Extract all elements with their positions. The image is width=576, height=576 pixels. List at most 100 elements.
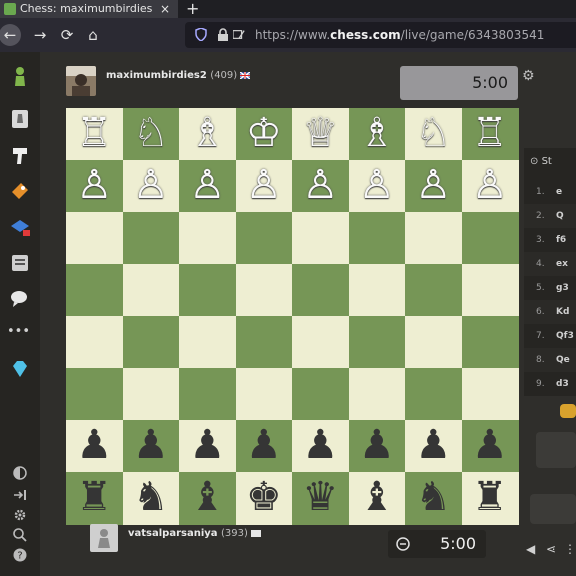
bottom-player-avatar[interactable]: [90, 524, 118, 552]
move-row[interactable]: 3. f6: [524, 228, 576, 252]
help-icon[interactable]: ?: [12, 544, 28, 566]
black-piece[interactable]: ♟: [179, 425, 236, 465]
shield-icon[interactable]: [195, 28, 207, 41]
white-piece[interactable]: ♙: [236, 165, 293, 205]
white-piece[interactable]: ♙: [292, 165, 349, 205]
board-square[interactable]: [66, 212, 123, 265]
chat-box[interactable]: [530, 494, 576, 524]
board-square[interactable]: [235, 212, 293, 265]
move-row[interactable]: 1. e: [524, 180, 576, 204]
move-row[interactable]: 2. Q: [524, 204, 576, 228]
board-square[interactable]: [348, 316, 406, 369]
white-piece[interactable]: ♙: [405, 165, 462, 205]
previous-move-icon[interactable]: ◀: [526, 542, 535, 556]
lock-icon[interactable]: [217, 28, 229, 41]
white-piece[interactable]: ♔: [236, 113, 293, 153]
board-square[interactable]: [461, 264, 519, 317]
black-piece[interactable]: ♟: [123, 425, 180, 465]
play-icon[interactable]: [9, 108, 31, 130]
board-square[interactable]: [292, 316, 349, 369]
white-piece[interactable]: ♗: [349, 113, 406, 153]
top-player-avatar[interactable]: [66, 66, 96, 96]
black-piece[interactable]: ♛: [292, 477, 349, 517]
url-bar[interactable]: https://www.chess.com/live/game/63438035…: [185, 22, 576, 48]
board-square[interactable]: [235, 368, 293, 421]
board-square[interactable]: [122, 368, 180, 421]
reload-button[interactable]: ⟳: [56, 24, 78, 46]
search-icon[interactable]: [12, 524, 28, 546]
more-options-icon[interactable]: ⋮: [564, 542, 576, 556]
move-row[interactable]: 8. Qe: [524, 348, 576, 372]
more-icon[interactable]: •••: [7, 324, 30, 339]
move-notation[interactable]: Qe: [556, 348, 570, 372]
black-piece[interactable]: ♟: [349, 425, 406, 465]
learn-icon[interactable]: [9, 180, 31, 202]
game-control-box[interactable]: [536, 432, 576, 468]
board-square[interactable]: [405, 368, 462, 421]
white-piece[interactable]: ♗: [179, 113, 236, 153]
black-piece[interactable]: ♟: [66, 425, 123, 465]
board-square[interactable]: [122, 316, 180, 369]
board-square[interactable]: [292, 368, 349, 421]
white-piece[interactable]: ♖: [66, 113, 123, 153]
move-row[interactable]: 7. Qf3: [524, 324, 576, 348]
board-square[interactable]: [405, 316, 462, 369]
black-piece[interactable]: ♜: [462, 477, 519, 517]
white-piece[interactable]: ♙: [349, 165, 406, 205]
board-square[interactable]: [66, 316, 123, 369]
diamond-membership-icon[interactable]: [9, 358, 31, 380]
black-piece[interactable]: ♞: [123, 477, 180, 517]
puzzles-icon[interactable]: [9, 144, 31, 166]
board-square[interactable]: [66, 264, 123, 317]
move-row[interactable]: 4. ex: [524, 252, 576, 276]
black-piece[interactable]: ♟: [405, 425, 462, 465]
chess-board[interactable]: ♖ ♘ ♗ ♔ ♕ ♗ ♘ ♖ ♙ ♙ ♙ ♙ ♙ ♙ ♙ ♙ ♟ ♟ ♟ ♟ ♟ ♟ ♟ ♟ ♜ ♞ ♝ ♚ ♛ ♝ ♞ ♜: [66, 108, 519, 525]
board-square[interactable]: [348, 264, 406, 317]
white-piece[interactable]: ♖: [462, 113, 519, 153]
black-piece[interactable]: ♟: [462, 425, 519, 465]
board-settings-icon[interactable]: ⚙: [522, 68, 535, 84]
move-notation[interactable]: Kd: [556, 300, 569, 324]
move-notation[interactable]: Qf3: [556, 324, 574, 348]
move-notation[interactable]: g3: [556, 276, 569, 300]
black-piece[interactable]: ♟: [292, 425, 349, 465]
board-square[interactable]: [405, 212, 462, 265]
forward-button[interactable]: →: [29, 24, 51, 46]
watch-icon[interactable]: [9, 216, 31, 238]
board-square[interactable]: [405, 264, 462, 317]
black-piece[interactable]: ♝: [349, 477, 406, 517]
permissions-icon[interactable]: [233, 28, 245, 41]
new-tab-button[interactable]: +: [186, 0, 199, 18]
share-icon[interactable]: ⋖: [546, 542, 556, 556]
board-square[interactable]: [235, 264, 293, 317]
move-notation[interactable]: d3: [556, 372, 569, 396]
board-square[interactable]: [179, 212, 236, 265]
black-piece[interactable]: ♞: [405, 477, 462, 517]
move-notation[interactable]: ex: [556, 252, 568, 276]
white-piece[interactable]: ♙: [179, 165, 236, 205]
black-piece[interactable]: ♝: [179, 477, 236, 517]
move-row[interactable]: 5. g3: [524, 276, 576, 300]
board-square[interactable]: [461, 212, 519, 265]
chess-logo-icon[interactable]: [9, 66, 31, 88]
move-notation[interactable]: Q: [556, 204, 564, 228]
board-square[interactable]: [66, 368, 123, 421]
url-text[interactable]: https://www.chess.com/live/game/63438035…: [255, 22, 544, 48]
move-notation[interactable]: e: [556, 180, 562, 204]
white-piece[interactable]: ♘: [123, 113, 180, 153]
board-square[interactable]: [461, 316, 519, 369]
collapse-icon[interactable]: [12, 484, 28, 506]
tab-close-icon[interactable]: ×: [160, 0, 170, 18]
move-notation[interactable]: f6: [556, 228, 566, 252]
black-piece[interactable]: ♚: [236, 477, 293, 517]
board-square[interactable]: [179, 368, 236, 421]
white-piece[interactable]: ♘: [405, 113, 462, 153]
settings-icon[interactable]: [12, 504, 28, 526]
theme-toggle-icon[interactable]: [12, 462, 28, 484]
board-square[interactable]: [235, 316, 293, 369]
social-icon[interactable]: [9, 288, 31, 310]
news-icon[interactable]: [9, 252, 31, 274]
white-piece[interactable]: ♙: [66, 165, 123, 205]
home-button[interactable]: ⌂: [82, 24, 104, 46]
bottom-player-name[interactable]: vatsalparsaniya (393): [128, 528, 261, 539]
